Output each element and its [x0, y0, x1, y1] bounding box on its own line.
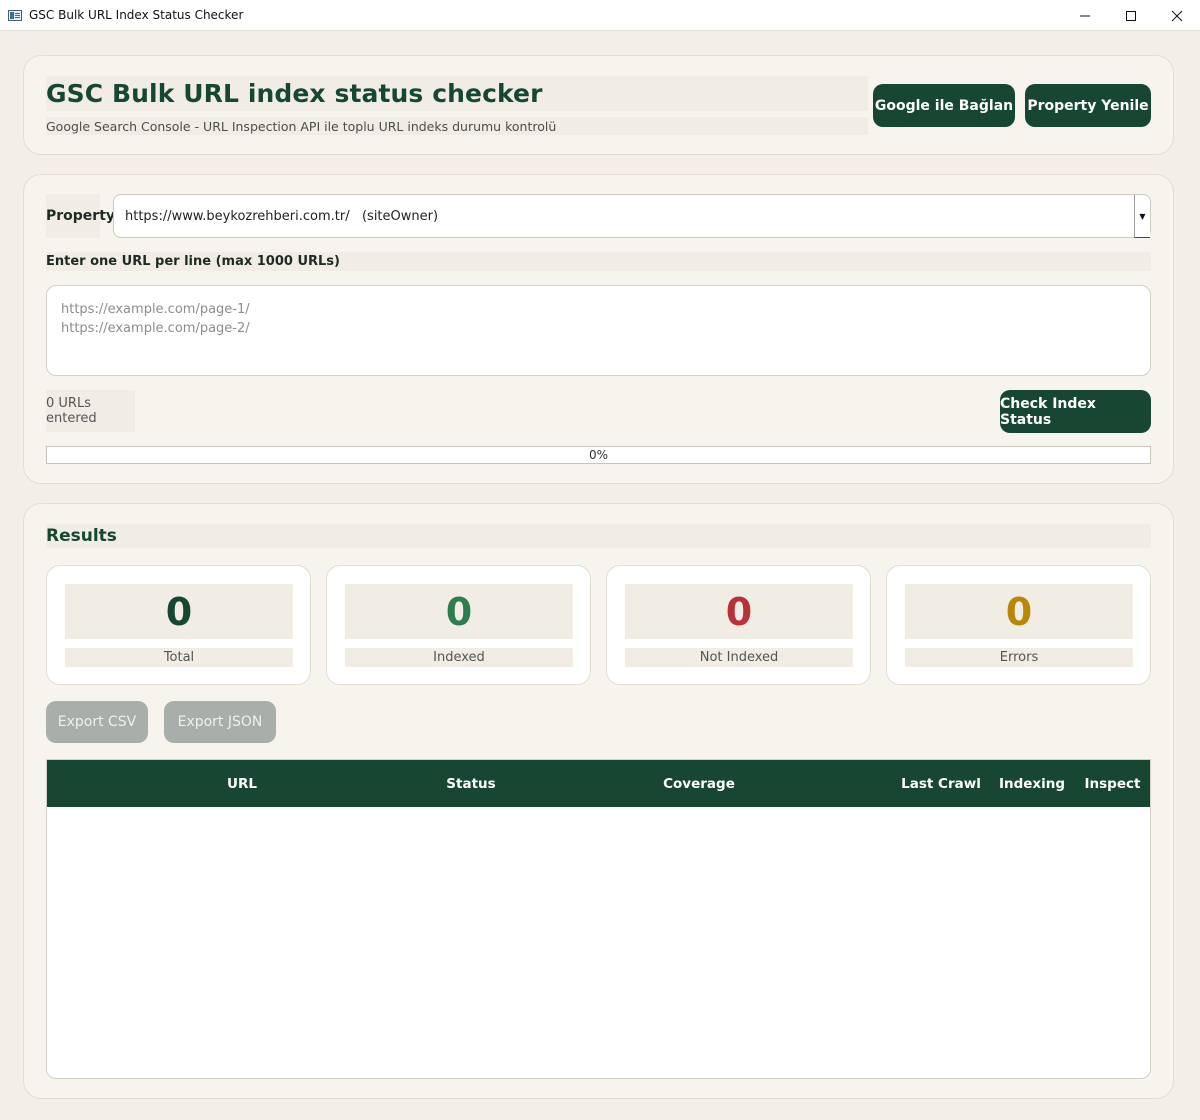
- window-titlebar: GSC Bulk URL Index Status Checker: [0, 0, 1200, 31]
- property-select-value: https://www.beykozrehberi.com.tr/ (siteO…: [125, 208, 439, 224]
- maximize-icon: [1126, 10, 1136, 21]
- column-header-inspect[interactable]: Inspect: [1075, 760, 1150, 807]
- column-header-last-crawl[interactable]: Last Crawl: [893, 760, 989, 807]
- app-icon: [8, 9, 22, 21]
- minimize-icon: [1080, 15, 1090, 16]
- stat-card-errors: 0 Errors: [886, 565, 1151, 685]
- property-refresh-button[interactable]: Property Yenile: [1025, 84, 1151, 127]
- stat-value-total: 0: [165, 589, 193, 634]
- results-card: Results 0 Total 0 Indexed 0 Not Indexed …: [23, 503, 1174, 1099]
- minimize-button[interactable]: [1062, 0, 1108, 31]
- stat-label-container: Total: [65, 648, 293, 667]
- column-header-indexing[interactable]: Indexing: [989, 760, 1075, 807]
- window-title: GSC Bulk URL Index Status Checker: [29, 8, 244, 22]
- google-connect-button[interactable]: Google ile Bağlan: [873, 84, 1015, 127]
- stat-label-container: Errors: [905, 648, 1133, 667]
- results-table: URL Status Coverage Last Crawl Indexing …: [46, 759, 1151, 1079]
- check-index-status-button[interactable]: Check Index Status: [1000, 390, 1151, 433]
- stat-label-errors: Errors: [999, 650, 1039, 665]
- stat-label-indexed: Indexed: [433, 650, 485, 665]
- stat-value-not-indexed: 0: [725, 589, 753, 634]
- maximize-button[interactable]: [1108, 0, 1154, 31]
- results-title: Results: [46, 526, 117, 546]
- chevron-down-icon: ▼: [1139, 211, 1146, 221]
- stat-card-indexed: 0 Indexed: [326, 565, 591, 685]
- url-input-hint: Enter one URL per line (max 1000 URLs): [46, 254, 340, 269]
- property-label-container: Property: [46, 194, 115, 238]
- stat-value-container: 0: [905, 584, 1133, 639]
- url-count-container: 0 URLs entered: [46, 390, 135, 432]
- stat-value-container: 0: [65, 584, 293, 639]
- progress-bar: 0%: [46, 446, 1151, 464]
- column-header-url[interactable]: URL: [47, 760, 437, 807]
- header-card: GSC Bulk URL index status checker Google…: [23, 55, 1174, 155]
- close-button[interactable]: [1154, 0, 1200, 31]
- column-header-coverage[interactable]: Coverage: [505, 760, 893, 807]
- close-icon: [1171, 10, 1183, 21]
- export-csv-button[interactable]: Export CSV: [46, 701, 148, 743]
- stat-value-container: 0: [345, 584, 573, 639]
- stat-label-not-indexed: Not Indexed: [699, 650, 779, 665]
- stat-value-indexed: 0: [445, 589, 473, 634]
- textarea-placeholder-line: https://example.com/page-2/: [61, 321, 250, 336]
- stat-value-container: 0: [625, 584, 853, 639]
- column-header-status[interactable]: Status: [437, 760, 505, 807]
- property-select[interactable]: https://www.beykozrehberi.com.tr/ (siteO…: [113, 194, 1151, 238]
- subtitle-container: Google Search Console - URL Inspection A…: [46, 117, 868, 135]
- stat-label-total: Total: [163, 650, 195, 665]
- progress-text: 0%: [588, 448, 609, 462]
- app-heading: GSC Bulk URL index status checker: [46, 79, 543, 108]
- stat-label-container: Not Indexed: [625, 648, 853, 667]
- results-title-container: Results: [46, 524, 1151, 548]
- url-textarea[interactable]: https://example.com/page-1/ https://exam…: [46, 285, 1151, 376]
- textarea-placeholder-line: https://example.com/page-1/: [61, 302, 250, 317]
- stat-card-total: 0 Total: [46, 565, 311, 685]
- url-hint-container: Enter one URL per line (max 1000 URLs): [46, 252, 1151, 271]
- window-controls: [1062, 0, 1200, 31]
- url-count: 0 URLs entered: [46, 396, 97, 426]
- app-subtitle: Google Search Console - URL Inspection A…: [46, 118, 557, 134]
- export-json-button[interactable]: Export JSON: [164, 701, 276, 743]
- stat-value-errors: 0: [1005, 589, 1033, 634]
- app-heading-container: GSC Bulk URL index status checker: [46, 76, 868, 111]
- input-card: Property https://www.beykozrehberi.com.t…: [23, 174, 1174, 484]
- dropdown-arrow-button[interactable]: ▼: [1134, 195, 1150, 238]
- table-header: URL Status Coverage Last Crawl Indexing …: [47, 760, 1150, 807]
- property-label: Property: [46, 208, 116, 224]
- stat-card-not-indexed: 0 Not Indexed: [606, 565, 871, 685]
- stat-label-container: Indexed: [345, 648, 573, 667]
